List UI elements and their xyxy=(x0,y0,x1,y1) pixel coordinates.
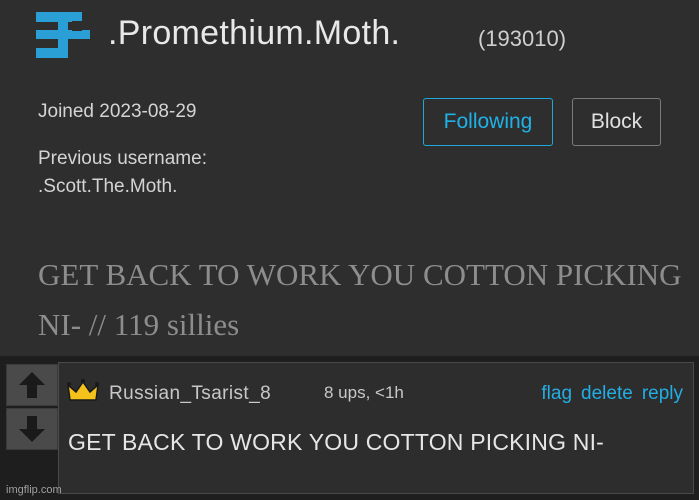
vote-controls xyxy=(6,364,58,450)
reply-link[interactable]: reply xyxy=(642,383,683,405)
previous-username: .Scott.The.Moth. xyxy=(38,176,178,197)
comment-actions: flag delete reply xyxy=(541,383,683,405)
crown-icon xyxy=(67,378,99,401)
profile-bio: GET BACK TO WORK YOU COTTON PICKING NI- … xyxy=(38,257,682,342)
delete-link[interactable]: delete xyxy=(581,383,633,405)
arrow-up-icon xyxy=(19,372,45,398)
downvote-button[interactable] xyxy=(6,408,58,450)
following-button[interactable]: Following xyxy=(423,98,553,146)
block-button[interactable]: Block xyxy=(572,98,661,146)
comment-meta: 8 ups, <1h xyxy=(324,383,404,402)
profile-panel: .Promethium.Moth. (193010) Joined 2023-0… xyxy=(0,0,699,356)
pixel-avatar-icon xyxy=(36,12,90,58)
joined-date: Joined 2023-08-29 xyxy=(38,101,197,122)
comment-card: Russian_Tsarist_8 8 ups, <1h flag delete… xyxy=(58,362,694,494)
flag-link[interactable]: flag xyxy=(541,383,572,405)
imgflip-watermark: imgflip.com xyxy=(6,484,62,496)
arrow-down-icon xyxy=(19,416,45,442)
comment-username[interactable]: Russian_Tsarist_8 xyxy=(109,383,271,405)
comment-text: GET BACK TO WORK YOU COTTON PICKING NI- xyxy=(68,429,605,455)
comment-section: Russian_Tsarist_8 8 ups, <1h flag delete… xyxy=(0,356,699,500)
upvote-button[interactable] xyxy=(6,364,58,406)
previous-username-label: Previous username: xyxy=(38,148,207,169)
profile-user-points: (193010) xyxy=(478,26,567,51)
profile-username: .Promethium.Moth. xyxy=(108,14,401,52)
